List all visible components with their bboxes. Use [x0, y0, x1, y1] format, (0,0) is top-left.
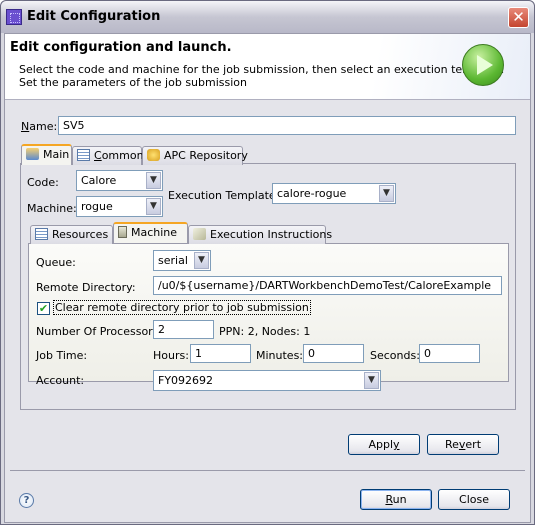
close-button[interactable]: Close — [438, 489, 510, 510]
seconds-input[interactable]: 0 — [419, 344, 480, 363]
chevron-down-icon[interactable]: ▼ — [146, 172, 161, 189]
tab-common-accel: C — [94, 149, 102, 162]
header-description-line-1: Select the code and machine for the job … — [19, 63, 505, 76]
execution-template-value: calore-rogue — [277, 187, 347, 200]
chevron-down-icon[interactable]: ▼ — [146, 198, 161, 215]
name-input[interactable]: SV5 — [58, 116, 516, 135]
tab-execution-instructions[interactable]: Execution Instructions — [188, 225, 332, 244]
tab-machine-label: Machine — [131, 226, 178, 239]
remote-directory-input[interactable]: /u0/${username}/DARTWorkbenchDemoTest/Ca… — [153, 276, 502, 295]
account-combo[interactable]: FY092692 ▼ — [153, 370, 381, 391]
execution-template-combo[interactable]: calore-rogue ▼ — [272, 183, 396, 204]
name-label-accel: N — [21, 120, 30, 133]
apc-repository-icon — [147, 149, 160, 161]
header-description-line-2: Set the parameters of the job submission — [19, 76, 247, 89]
execution-instructions-icon — [193, 228, 206, 240]
run-accel: R — [385, 493, 393, 506]
clear-remote-directory-text: Clear remote directory prior to job subm… — [53, 300, 311, 315]
hours-input[interactable]: 1 — [190, 344, 251, 363]
tab-main[interactable]: Main — [21, 144, 72, 165]
tab-resources-label: Resources — [52, 228, 109, 241]
header-description: Select the code and machine for the job … — [19, 63, 504, 89]
run-launch-icon — [462, 44, 504, 86]
window-title: Edit Configuration — [27, 9, 161, 24]
machine-combo[interactable]: rogue ▼ — [76, 196, 163, 217]
dialog-client-area: Edit configuration and launch. Select th… — [4, 33, 531, 523]
chevron-down-icon[interactable]: ▼ — [364, 372, 379, 389]
job-time-label: Job Time: — [36, 349, 88, 362]
code-label: Code: — [27, 176, 59, 189]
remote-directory-label: Remote Directory: — [36, 281, 136, 294]
apply-label: Appl — [368, 438, 394, 451]
ppn-nodes-info: PPN: 2, Nodes: 1 — [219, 325, 311, 338]
edit-configuration-dialog: Edit Configuration ✕ Edit configuration … — [0, 0, 535, 525]
separator — [10, 470, 525, 471]
apply-button[interactable]: Apply — [348, 434, 420, 455]
tab-common[interactable]: Common — [72, 146, 144, 165]
minutes-label: Minutes: — [256, 349, 304, 362]
name-label: Name: — [21, 120, 57, 133]
revert-label-prefix: Re — [444, 438, 459, 451]
dialog-header: Edit configuration and launch. Select th… — [5, 34, 530, 100]
name-label-rest: ame: — [29, 120, 58, 133]
chevron-down-icon[interactable]: ▼ — [194, 252, 209, 269]
chevron-down-icon[interactable]: ▼ — [379, 185, 394, 202]
title-bar[interactable]: Edit Configuration ✕ — [1, 1, 534, 33]
account-value: FY092692 — [158, 374, 214, 387]
seconds-label: Seconds: — [370, 349, 420, 362]
hours-label: Hours: — [153, 349, 189, 362]
help-icon[interactable]: ? — [19, 493, 34, 508]
tab-apc-repository[interactable]: APC Repository — [142, 146, 248, 165]
main-icon — [26, 148, 39, 160]
queue-label: Queue: — [36, 256, 76, 269]
queue-combo[interactable]: serial ▼ — [153, 250, 211, 271]
run-label: un — [392, 493, 407, 506]
apply-accel: y — [393, 438, 400, 451]
execution-template-label: Execution Template: — [168, 189, 280, 202]
code-value: Calore — [81, 174, 117, 187]
clear-remote-directory-checkbox[interactable]: ✔ — [37, 302, 50, 315]
tab-apc-repository-label: APC Repository — [164, 149, 248, 162]
account-label: Account: — [36, 374, 85, 387]
run-button[interactable]: Run — [360, 489, 432, 510]
queue-value: serial — [158, 254, 188, 267]
header-title: Edit configuration and launch. — [10, 40, 232, 55]
tab-main-label: Main — [43, 148, 70, 161]
tab-resources[interactable]: Resources — [30, 225, 113, 244]
resources-icon — [35, 228, 48, 240]
close-window-button[interactable]: ✕ — [508, 7, 529, 28]
tab-machine[interactable]: Machine — [113, 222, 188, 243]
revert-button[interactable]: Revert — [427, 434, 499, 455]
machine-value: rogue — [81, 200, 113, 213]
number-of-processors-label: Number Of Processors: — [36, 325, 163, 338]
minutes-input[interactable]: 0 — [303, 344, 364, 363]
clear-remote-directory-label[interactable]: Clear remote directory prior to job subm… — [53, 300, 311, 315]
tab-common-label: ommon — [101, 149, 144, 162]
tab-execution-instructions-label: Execution Instructions — [210, 228, 333, 241]
number-of-processors-input[interactable]: 2 — [153, 320, 214, 339]
machine-label: Machine: — [27, 202, 77, 215]
revert-label-suffix: ert — [465, 438, 482, 451]
app-icon — [6, 9, 22, 25]
common-icon — [77, 149, 90, 161]
code-combo[interactable]: Calore ▼ — [76, 170, 163, 191]
machine-icon — [118, 226, 127, 238]
